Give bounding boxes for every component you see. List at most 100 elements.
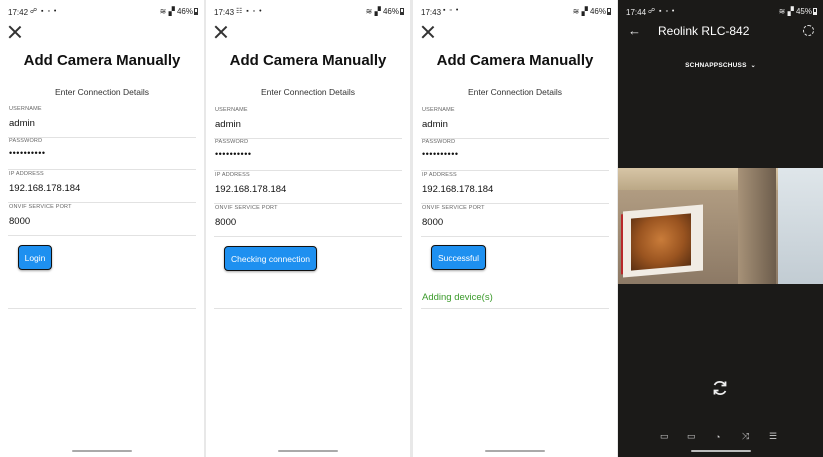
battery-icon <box>194 8 198 15</box>
field-value: 192.168.178.184 <box>215 184 287 195</box>
successful-button[interactable]: Successful <box>431 245 486 270</box>
home-indicator[interactable] <box>72 450 132 452</box>
video-camera-icon[interactable]: ▭ <box>660 431 669 442</box>
home-indicator[interactable] <box>485 450 545 452</box>
field-value: admin <box>422 119 448 130</box>
divider <box>8 308 196 309</box>
signal-icon: ▞ <box>581 7 588 16</box>
login-button[interactable]: Login <box>18 245 52 270</box>
field-label: USERNAME <box>422 107 455 113</box>
page-subtitle: Enter Connection Details <box>467 87 563 97</box>
close-icon[interactable] <box>8 25 22 39</box>
signal-icon: ▞ <box>168 7 175 16</box>
field-value: 8000 <box>422 217 444 228</box>
chevron-down-icon: ⌄ <box>750 63 756 69</box>
speed-gauge-icon[interactable]: ◔ <box>715 432 720 442</box>
field-value: •••••••••• <box>9 148 46 158</box>
wifi-icon: ≋ <box>778 7 786 16</box>
home-indicator[interactable] <box>278 450 338 452</box>
back-arrow-icon[interactable]: ← <box>628 24 642 38</box>
username-field[interactable]: USERNAME admin <box>8 106 196 138</box>
battery-icon[interactable]: ▭ <box>687 431 696 442</box>
wifi-icon: ≋ <box>159 7 167 16</box>
page-title: Add Camera Manually <box>23 52 181 69</box>
refresh-icon[interactable] <box>710 378 730 398</box>
screen-add-camera-login: 17:42 ☍ ▪ ▫ • ≋ ▞ 46% Add Camera Manuall… <box>0 0 204 457</box>
field-label: IP ADDRESS <box>215 172 250 178</box>
field-label: IP ADDRESS <box>422 172 457 178</box>
divider <box>214 308 402 309</box>
field-label: PASSWORD <box>9 138 43 144</box>
signal-icon: ▞ <box>787 7 794 16</box>
status-time: 17:43 <box>214 8 235 17</box>
list-settings-icon[interactable]: ☰ <box>769 431 777 442</box>
battery-percent: 46% <box>382 7 399 16</box>
screen-add-camera-success: 17:43 ▪ ▫ • ≋ ▞ 46% Add Camera Manually … <box>413 0 617 457</box>
wifi-icon: ≋ <box>572 7 580 16</box>
close-icon[interactable] <box>421 25 435 39</box>
field-value: •••••••••• <box>422 149 459 159</box>
onvif-port-field[interactable]: ONVIF SERVICE PORT 8000 <box>214 205 402 237</box>
ip-address-field[interactable]: IP ADDRESS 192.168.178.184 <box>421 172 609 204</box>
battery-icon <box>813 8 817 15</box>
password-field[interactable]: PASSWORD •••••••••• <box>214 139 402 171</box>
username-field[interactable]: USERNAME admin <box>214 107 402 139</box>
page-subtitle: Enter Connection Details <box>260 87 356 97</box>
username-field[interactable]: USERNAME admin <box>421 107 609 139</box>
video-window <box>778 168 823 284</box>
field-label: ONVIF SERVICE PORT <box>215 205 278 211</box>
refresh-icon-svg <box>713 381 727 395</box>
camera-title: Reolink RLC-842 <box>658 24 750 38</box>
status-bar: 17:44 ☍ ▪ ▫ • ≋ ▞ 45% <box>618 0 823 22</box>
page-title: Add Camera Manually <box>229 52 387 69</box>
status-right: ≋ ▞ 45% <box>779 7 817 16</box>
ip-address-field[interactable]: IP ADDRESS 192.168.178.184 <box>214 172 402 204</box>
battery-icon <box>400 8 404 15</box>
battery-percent: 46% <box>589 7 606 16</box>
field-label: USERNAME <box>9 106 42 112</box>
field-label: IP ADDRESS <box>9 171 44 177</box>
password-field[interactable]: PASSWORD •••••••••• <box>8 138 196 170</box>
battery-percent: 46% <box>176 7 193 16</box>
field-label: USERNAME <box>215 107 248 113</box>
home-indicator[interactable] <box>690 450 751 452</box>
field-label: PASSWORD <box>215 139 249 145</box>
gear-icon[interactable] <box>803 25 814 36</box>
field-value: 192.168.178.184 <box>9 183 81 194</box>
status-bar: 17:42 ☍ ▪ ▫ • ≋ ▞ 46% <box>0 0 204 22</box>
field-value: 8000 <box>215 217 237 228</box>
onvif-port-field[interactable]: ONVIF SERVICE PORT 8000 <box>8 204 196 236</box>
status-time: 17:44 <box>626 8 647 17</box>
field-label: ONVIF SERVICE PORT <box>9 204 72 210</box>
field-label: ONVIF SERVICE PORT <box>422 205 485 211</box>
snapshot-dropdown[interactable]: SCHNAPPSCHUSS ⌄ <box>618 62 823 69</box>
status-time: 17:43 <box>421 8 442 17</box>
notification-icons: ☷ ▪ ▫ • <box>236 8 263 15</box>
onvif-port-field[interactable]: ONVIF SERVICE PORT 8000 <box>421 205 609 237</box>
field-value: •••••••••• <box>215 149 252 159</box>
close-icon[interactable] <box>214 25 228 39</box>
password-field[interactable]: PASSWORD •••••••••• <box>421 139 609 171</box>
status-bar: 17:43 ☷ ▪ ▫ • ≋ ▞ 46% <box>206 0 410 22</box>
camera-video-frame[interactable] <box>618 168 823 284</box>
divider <box>421 308 609 309</box>
ip-address-field[interactable]: IP ADDRESS 192.168.178.184 <box>8 171 196 203</box>
video-shelf <box>738 168 776 284</box>
wifi-icon: ≋ <box>365 7 373 16</box>
video-cat-picture <box>631 213 691 271</box>
checking-connection-button[interactable]: Checking connection <box>224 246 317 271</box>
shuffle-icon[interactable]: ⤨ <box>742 431 749 442</box>
field-value: admin <box>215 119 241 130</box>
adding-devices-message: Adding device(s) <box>422 292 493 303</box>
field-value: 192.168.178.184 <box>422 184 494 195</box>
status-right: ≋ ▞ 46% <box>573 7 611 16</box>
signal-icon: ▞ <box>374 7 381 16</box>
status-right: ≋ ▞ 46% <box>160 7 198 16</box>
field-label: PASSWORD <box>422 139 456 145</box>
status-bar: 17:43 ▪ ▫ • ≋ ▞ 46% <box>413 0 617 22</box>
status-right: ≋ ▞ 46% <box>366 7 404 16</box>
field-value: 8000 <box>9 216 31 227</box>
notification-icons: ☍ ▪ ▫ • <box>30 8 58 15</box>
screen-add-camera-checking: 17:43 ☷ ▪ ▫ • ≋ ▞ 46% Add Camera Manuall… <box>206 0 410 457</box>
notification-icons: ☍ ▪ ▫ • <box>648 8 676 15</box>
